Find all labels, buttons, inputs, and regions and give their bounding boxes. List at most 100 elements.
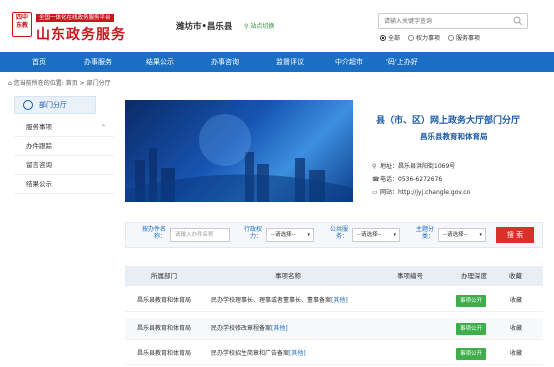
site-header: 四中 东教 全国一体化在线政务服务平台 山东政务服务 潍坊市•昌乐县 ⚲ 站点切换… xyxy=(0,0,554,52)
item-name-input[interactable]: 请输入办件名称 xyxy=(170,228,230,242)
dropdown-arrow-icon: ▾ xyxy=(393,232,396,238)
nav-agency-market[interactable]: 中介超市 xyxy=(335,52,363,72)
search-box xyxy=(378,13,528,29)
radio-all[interactable]: 全部 xyxy=(380,33,400,42)
sidebar-item-service-items[interactable]: 服务事项 ⌃ xyxy=(14,118,114,137)
nav-code-service[interactable]: '码'上办好 xyxy=(386,52,418,72)
th-item-name: 事项名称 xyxy=(275,272,301,280)
power-select[interactable]: --请选择-- ▾ xyxy=(266,228,314,242)
cell-department: 昌乐县教育和体育局 xyxy=(137,350,192,357)
cell-item-name[interactable]: 民办学校招生简章和广告备案[其他] xyxy=(211,343,306,365)
radio-dot xyxy=(408,34,415,41)
sidebar-item-label: 结果公示 xyxy=(26,180,52,188)
portal-seal-logo[interactable]: 四中 东教 xyxy=(12,12,32,37)
sidebar-item-label: 服务事项 xyxy=(26,123,52,131)
breadcrumb-home[interactable]: 首页 xyxy=(66,80,78,87)
select-value: --请选择-- xyxy=(443,232,468,238)
sidebar-menu: 服务事项 ⌃ 办件跟踪 留言咨询 结果公示 xyxy=(14,118,114,194)
search-input[interactable] xyxy=(379,14,505,28)
filter-power-label: 行政权力： xyxy=(243,226,262,240)
item-tag: [其他] xyxy=(271,325,288,332)
portal-title[interactable]: 山东政务服务 xyxy=(36,24,126,44)
filter-theme-label: 主题分类： xyxy=(415,226,434,240)
table-row: 昌乐县教育和体育局 民办学校修改章程备案[其他] 事项公开 收藏 xyxy=(125,318,543,340)
search-button[interactable]: 搜 索 xyxy=(496,227,534,243)
radio-power[interactable]: 权力事项 xyxy=(408,33,440,42)
select-value: --请选择-- xyxy=(357,232,382,238)
th-depth: 办理深度 xyxy=(461,272,487,280)
service-select[interactable]: --请选择-- ▾ xyxy=(352,228,400,242)
dropdown-arrow-icon: ▾ xyxy=(307,232,310,238)
item-name-link[interactable]: 民办学校修改章程备案 xyxy=(211,325,271,332)
phone-icon: ☎ xyxy=(372,176,380,183)
filter-item-name-label: 按办件名称： xyxy=(141,226,166,240)
item-name-link[interactable]: 民办学校理事长、理事或者董事长、董事备案 xyxy=(211,297,331,304)
th-department: 所属部门 xyxy=(151,272,177,280)
radio-label: 权力事项 xyxy=(416,35,441,42)
department-phone: 电话：0536-6272676 xyxy=(380,176,443,183)
department-contact: ⚲ 地址：昌乐县洪阳街1069号 ☎电话：0536-6272676 ▭ 网站：htt… xyxy=(372,160,470,199)
department-banner-image xyxy=(125,100,353,202)
cell-department: 昌乐县教育和体育局 xyxy=(137,325,192,332)
favorite-button[interactable]: 收藏 xyxy=(510,290,522,312)
table-row: 昌乐县教育和体育局 民办学校招生简章和广告备案[其他] 事项公开 收藏 xyxy=(125,343,543,365)
nav-home[interactable]: 首页 xyxy=(32,52,46,72)
site-switch-link[interactable]: ⚲ 站点切换 xyxy=(244,21,274,30)
department-website[interactable]: 网站：http://jyj.changle.gov.cn xyxy=(380,189,470,196)
breadcrumb-separator: > xyxy=(79,80,85,87)
nav-consult[interactable]: 办事咨询 xyxy=(211,52,239,72)
sidebar-item-results[interactable]: 结果公示 xyxy=(14,175,114,194)
table-header: 所属部门 事项名称 事项编号 办理深度 收藏 xyxy=(125,266,543,286)
table-row: 昌乐县教育和体育局 民办学校理事长、理事或者董事长、董事备案[其他] 事项公开 … xyxy=(125,290,543,312)
location-icon: ⚲ xyxy=(372,163,377,170)
depth-badge: 事项公开 xyxy=(456,348,487,360)
th-favorite: 收藏 xyxy=(509,272,522,280)
cell-department: 昌乐县教育和体育局 xyxy=(137,297,192,304)
favorite-button[interactable]: 收藏 xyxy=(510,318,522,340)
depth-badge: 事项公开 xyxy=(456,295,487,307)
dropdown-arrow-icon: ▾ xyxy=(479,232,482,238)
radio-label: 服务事项 xyxy=(456,35,481,42)
breadcrumb: ⌂ 您当前所在的位置: 首页 > 部门分厅 xyxy=(8,78,111,87)
main-nav: 首页 办事服务 结果公示 办事咨询 监督评议 中介超市 '码'上办好 xyxy=(0,52,554,72)
radio-dot xyxy=(448,34,455,41)
nav-services[interactable]: 办事服务 xyxy=(84,52,112,72)
select-value: --请选择-- xyxy=(271,232,296,238)
cell-item-name[interactable]: 民办学校修改章程备案[其他] xyxy=(211,318,288,340)
location-pin-icon: ⚲ xyxy=(244,23,249,30)
nav-supervision[interactable]: 监督评议 xyxy=(276,52,304,72)
sidebar-item-label: 办件跟踪 xyxy=(26,142,52,150)
department-address: 地址：昌乐县洪阳街1069号 xyxy=(380,163,456,170)
search-icon[interactable] xyxy=(513,16,523,26)
hall-icon xyxy=(23,100,33,110)
breadcrumb-prefix: 您当前所在的位置: xyxy=(13,80,64,87)
breadcrumb-current: 部门分厅 xyxy=(86,80,111,87)
portal-subtitle: 全国一体化在线政务服务平台 xyxy=(36,14,114,22)
monitor-icon: ▭ xyxy=(372,189,378,196)
sidebar-title-label: 部门分厅 xyxy=(39,101,67,109)
sidebar-title: 部门分厅 xyxy=(14,96,96,114)
depth-badge: 事项公开 xyxy=(456,323,487,335)
department-name: 昌乐县教育和体育局 xyxy=(420,132,488,141)
sidebar-item-label: 留言咨询 xyxy=(26,161,52,169)
theme-select[interactable]: --请选择-- ▾ xyxy=(438,228,486,242)
radio-dot xyxy=(380,34,386,41)
cell-item-name[interactable]: 民办学校理事长、理事或者董事长、董事备案[其他] xyxy=(211,290,348,312)
radio-label: 全部 xyxy=(388,35,401,42)
site-switch-label: 站点切换 xyxy=(250,23,275,30)
item-name-link[interactable]: 民办学校招生简章和广告备案 xyxy=(211,350,289,357)
nav-results[interactable]: 结果公示 xyxy=(146,52,174,72)
chevron-up-icon: ⌃ xyxy=(100,124,106,131)
department-hall-title: 县（市、区）网上政务大厅部门分厅 xyxy=(376,116,521,126)
city-skyline-image xyxy=(125,114,353,202)
filter-bar: 按办件名称： 请输入办件名称 行政权力： --请选择-- ▾ 公共服务： --请选… xyxy=(125,222,543,248)
home-icon: ⌂ xyxy=(8,80,12,87)
current-city: 潍坊市•昌乐县 xyxy=(176,22,233,32)
sidebar-item-tracking[interactable]: 办件跟踪 xyxy=(14,137,114,156)
favorite-button[interactable]: 收藏 xyxy=(510,343,522,365)
search-scope-radios: 全部 权力事项 服务事项 xyxy=(380,33,480,42)
sidebar-item-messages[interactable]: 留言咨询 xyxy=(14,156,114,175)
radio-service[interactable]: 服务事项 xyxy=(448,33,480,42)
item-tag: [其他] xyxy=(331,297,348,304)
filter-service-label: 公共服务： xyxy=(329,226,348,240)
